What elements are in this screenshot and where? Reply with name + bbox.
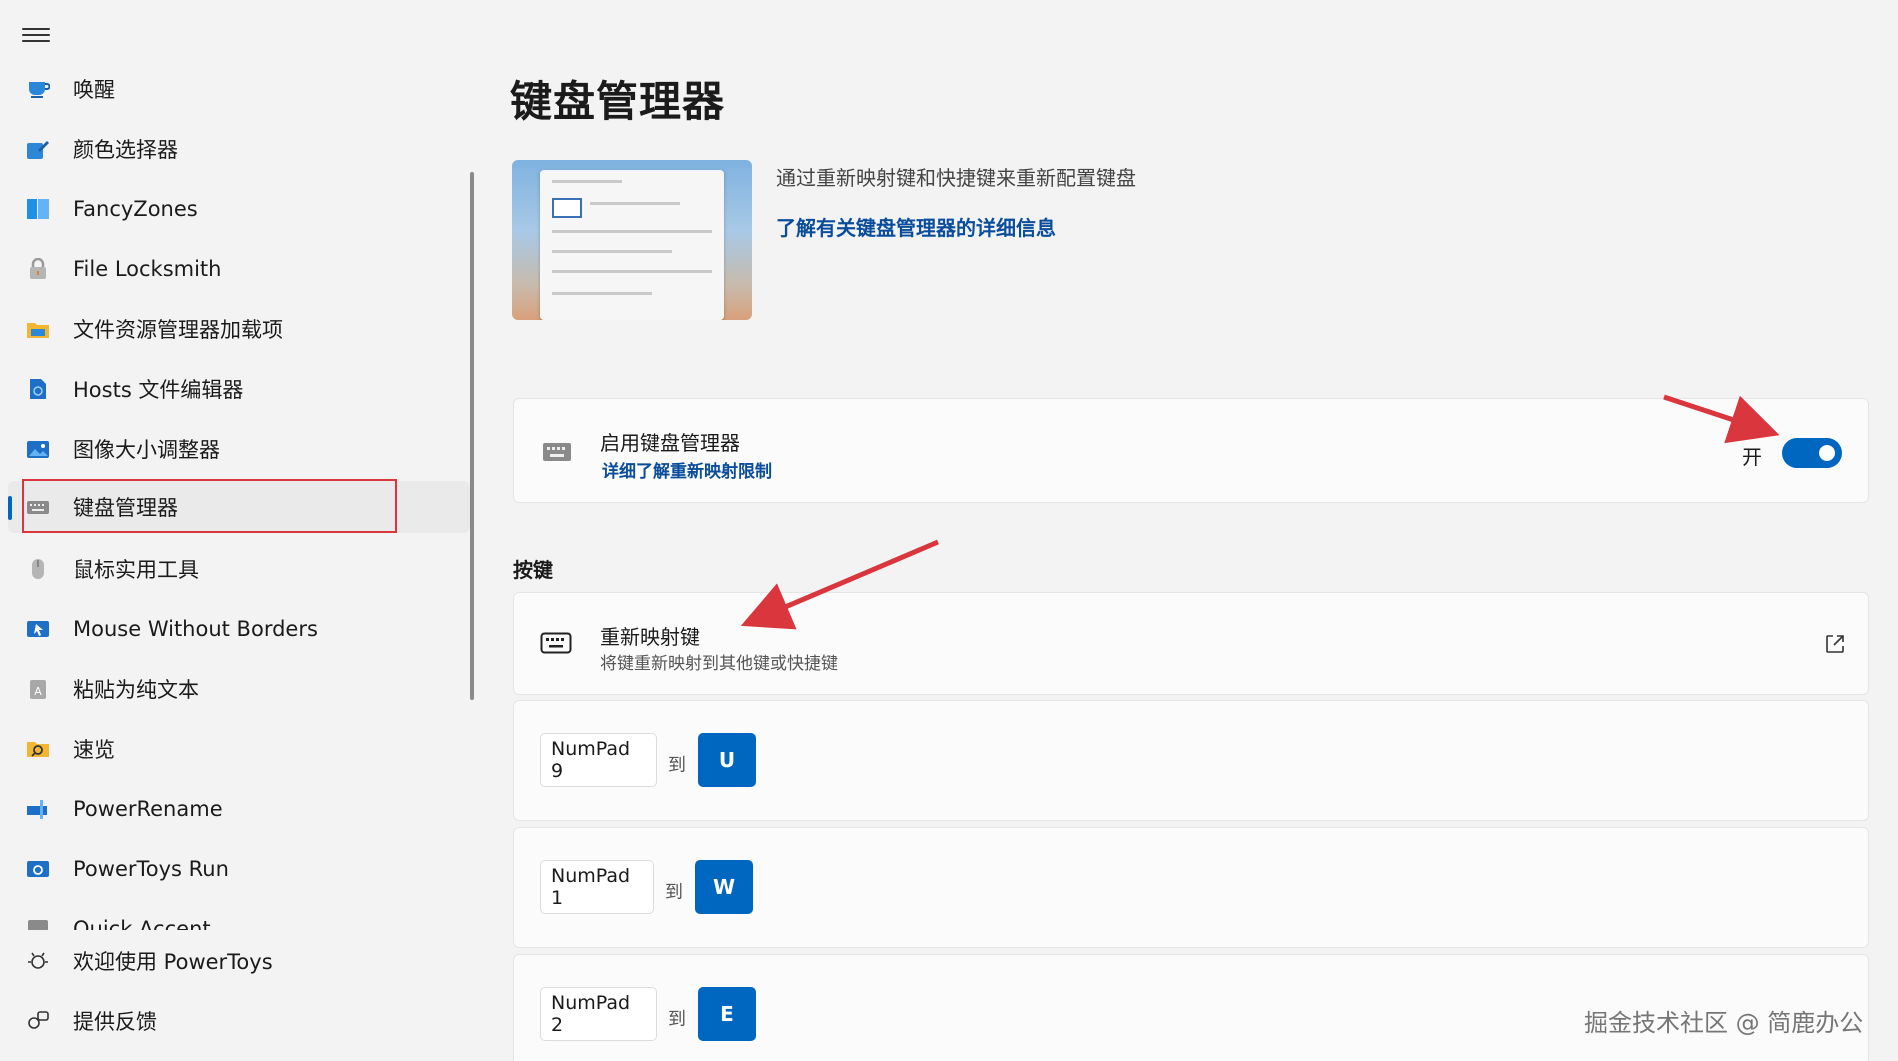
awake-icon — [26, 78, 50, 100]
sidebar-item-color-picker[interactable]: 颜色选择器 — [8, 123, 470, 175]
watermark-text: 掘金技术社区 @ 简鹿办公 — [1584, 1009, 1864, 1037]
sidebar-item-quick-accent[interactable]: Quick Accent — [8, 903, 470, 930]
learn-more-link[interactable]: 了解有关键盘管理器的详细信息 — [776, 212, 1056, 241]
sidebar-item-keyboard-manager[interactable]: 键盘管理器 — [8, 481, 470, 533]
to-label: 到 — [665, 882, 683, 903]
sidebar-item-feedback[interactable]: 提供反馈 — [8, 995, 470, 1047]
feedback-icon — [26, 1010, 50, 1032]
sidebar-item-powerrename[interactable]: PowerRename — [8, 783, 470, 835]
sidebar-item-label: File Locksmith — [73, 257, 222, 281]
folder-icon — [26, 318, 50, 340]
sidebar-footer-divider — [0, 930, 480, 931]
svg-text:A: A — [34, 685, 42, 698]
section-heading-keys: 按键 — [513, 558, 553, 582]
sidebar-item-welcome[interactable]: 欢迎使用 PowerToys — [8, 935, 470, 987]
sidebar-item-peek[interactable]: 速览 — [8, 723, 470, 775]
sidebar: 唤醒 颜色选择器 FancyZones File Locksmith 文件资源管 — [0, 0, 480, 1061]
powertoys-run-icon — [26, 858, 50, 880]
sidebar-item-image-resizer[interactable]: 图像大小调整器 — [8, 423, 470, 475]
remap-keys-card[interactable]: 重新映射键 将键重新映射到其他键或快捷键 — [513, 592, 1869, 695]
page-description: 通过重新映射键和快捷键来重新配置键盘 — [776, 166, 1136, 190]
hamburger-menu-icon[interactable] — [22, 24, 50, 46]
enable-card-title: 启用键盘管理器 — [600, 431, 740, 455]
remap-card-description: 将键重新映射到其他键或快捷键 — [600, 654, 838, 674]
source-key: NumPad 9 — [540, 733, 657, 787]
mouse-without-borders-icon — [26, 618, 50, 640]
sidebar-item-file-explorer-addons[interactable]: 文件资源管理器加载项 — [8, 303, 470, 355]
sidebar-item-label: 鼠标实用工具 — [73, 558, 199, 582]
sidebar-item-powertoys-run[interactable]: PowerToys Run — [8, 843, 470, 895]
remap-limits-link[interactable]: 详细了解重新映射限制 — [602, 457, 772, 482]
sidebar-item-fancyzones[interactable]: FancyZones — [8, 183, 470, 235]
sidebar-scroll-clip: Quick Accent — [0, 900, 480, 930]
sidebar-item-label: PowerToys Run — [73, 857, 229, 881]
keyboard-icon — [542, 441, 572, 467]
to-label: 到 — [668, 1009, 686, 1030]
page-title: 键盘管理器 — [510, 77, 726, 126]
welcome-icon — [26, 950, 50, 972]
sidebar-item-label: 速览 — [73, 738, 115, 762]
enable-toggle-switch[interactable] — [1782, 438, 1842, 468]
sidebar-item-paste-as-plain-text[interactable]: A 粘贴为纯文本 — [8, 663, 470, 715]
mouse-icon — [26, 558, 50, 580]
sidebar-scrollbar[interactable] — [470, 172, 474, 700]
peek-icon — [26, 738, 50, 760]
target-key: E — [698, 987, 756, 1041]
lock-icon — [26, 258, 50, 280]
power-rename-icon — [26, 798, 50, 820]
sidebar-item-label: 唤醒 — [73, 78, 115, 102]
hero-screenshot-image — [512, 160, 752, 320]
sidebar-item-label: 图像大小调整器 — [73, 438, 220, 462]
sidebar-item-label: 提供反馈 — [73, 1010, 157, 1034]
sidebar-item-label: PowerRename — [73, 797, 223, 821]
key-mapping-row: NumPad 1 到 W — [513, 827, 1869, 948]
sidebar-item-label: Mouse Without Borders — [73, 617, 318, 641]
enable-keyboard-manager-card: 启用键盘管理器 详细了解重新映射限制 开 — [513, 398, 1869, 503]
sidebar-item-label: 欢迎使用 PowerToys — [73, 950, 273, 974]
key-mapping-row: NumPad 9 到 U — [513, 700, 1869, 821]
sidebar-item-label: Hosts 文件编辑器 — [73, 378, 244, 402]
quick-accent-icon — [26, 918, 50, 930]
main-content: 键盘管理器 通过重新映射键和快捷键来重新配置键盘 了解有关键盘管理器的详细信息 … — [510, 0, 1870, 1061]
image-resizer-icon — [26, 438, 50, 460]
remap-card-title: 重新映射键 — [600, 625, 700, 649]
to-label: 到 — [668, 755, 686, 776]
sidebar-item-file-locksmith[interactable]: File Locksmith — [8, 243, 470, 295]
sidebar-item-label: 颜色选择器 — [73, 138, 178, 162]
sidebar-item-label: 粘贴为纯文本 — [73, 678, 199, 702]
sidebar-item-mouse-utilities[interactable]: 鼠标实用工具 — [8, 543, 470, 595]
keyboard-outline-icon — [540, 631, 572, 659]
sidebar-item-label: FancyZones — [73, 197, 198, 221]
target-key: U — [698, 733, 756, 787]
sidebar-item-label: 文件资源管理器加载项 — [73, 318, 283, 342]
color-picker-icon — [26, 138, 50, 160]
sidebar-item-hosts-editor[interactable]: Hosts 文件编辑器 — [8, 363, 470, 415]
paste-plain-icon: A — [26, 678, 50, 700]
open-external-icon[interactable] — [1824, 633, 1846, 655]
source-key: NumPad 1 — [540, 860, 654, 914]
toggle-state-label: 开 — [1742, 445, 1762, 469]
sidebar-item-awake[interactable]: 唤醒 — [8, 63, 470, 115]
hosts-file-icon — [26, 378, 50, 400]
sidebar-item-label: Quick Accent — [73, 917, 211, 930]
source-key: NumPad 2 — [540, 987, 657, 1041]
fancyzones-icon — [26, 198, 50, 220]
sidebar-item-mouse-without-borders[interactable]: Mouse Without Borders — [8, 603, 470, 655]
keyboard-icon — [26, 496, 50, 518]
sidebar-item-label: 键盘管理器 — [73, 496, 178, 520]
target-key: W — [695, 860, 753, 914]
